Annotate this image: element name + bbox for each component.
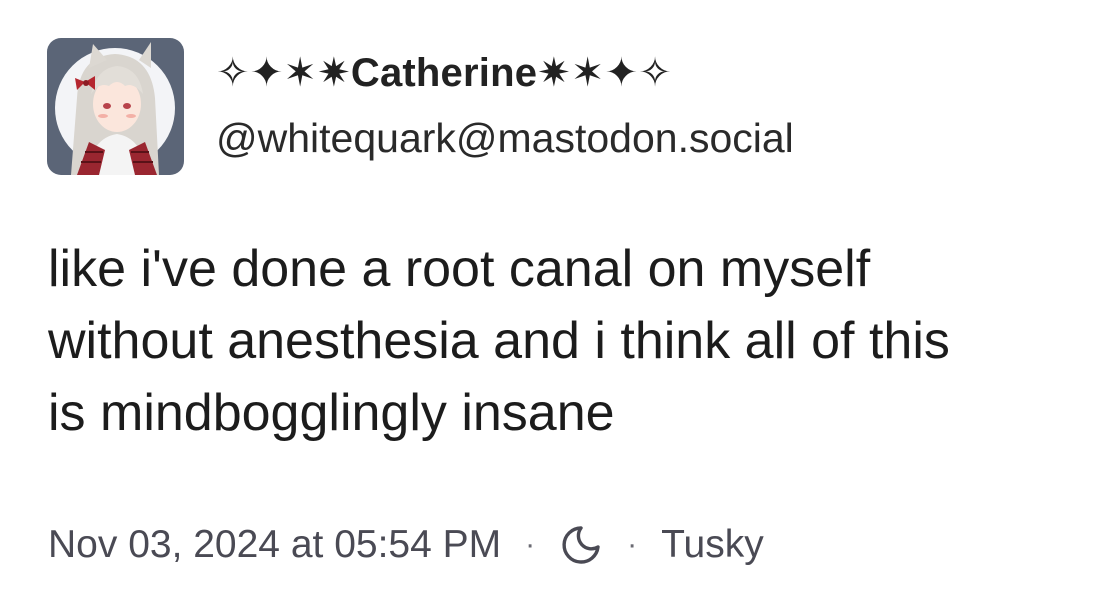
meta-separator: · (627, 528, 638, 561)
meta-separator: · (525, 528, 536, 561)
account-handle[interactable]: @whitequark@mastodon.social (216, 115, 794, 162)
post-meta: Nov 03, 2024 at 05:54 PM · · Tusky (48, 520, 764, 570)
display-name[interactable]: ✧✦✶✷Catherine✷✶✦✧ (216, 50, 672, 96)
client-name: Tusky (661, 523, 764, 566)
post-timestamp: Nov 03, 2024 at 05:54 PM (48, 523, 502, 566)
avatar[interactable] (47, 38, 184, 175)
anime-avatar-icon (47, 38, 184, 175)
moon-icon (559, 523, 603, 567)
post-content: like i've done a root canal on myself wi… (48, 240, 950, 442)
status-card: ✧✦✶✷Catherine✷✶✦✧ @whitequark@mastodon.s… (0, 0, 1095, 591)
